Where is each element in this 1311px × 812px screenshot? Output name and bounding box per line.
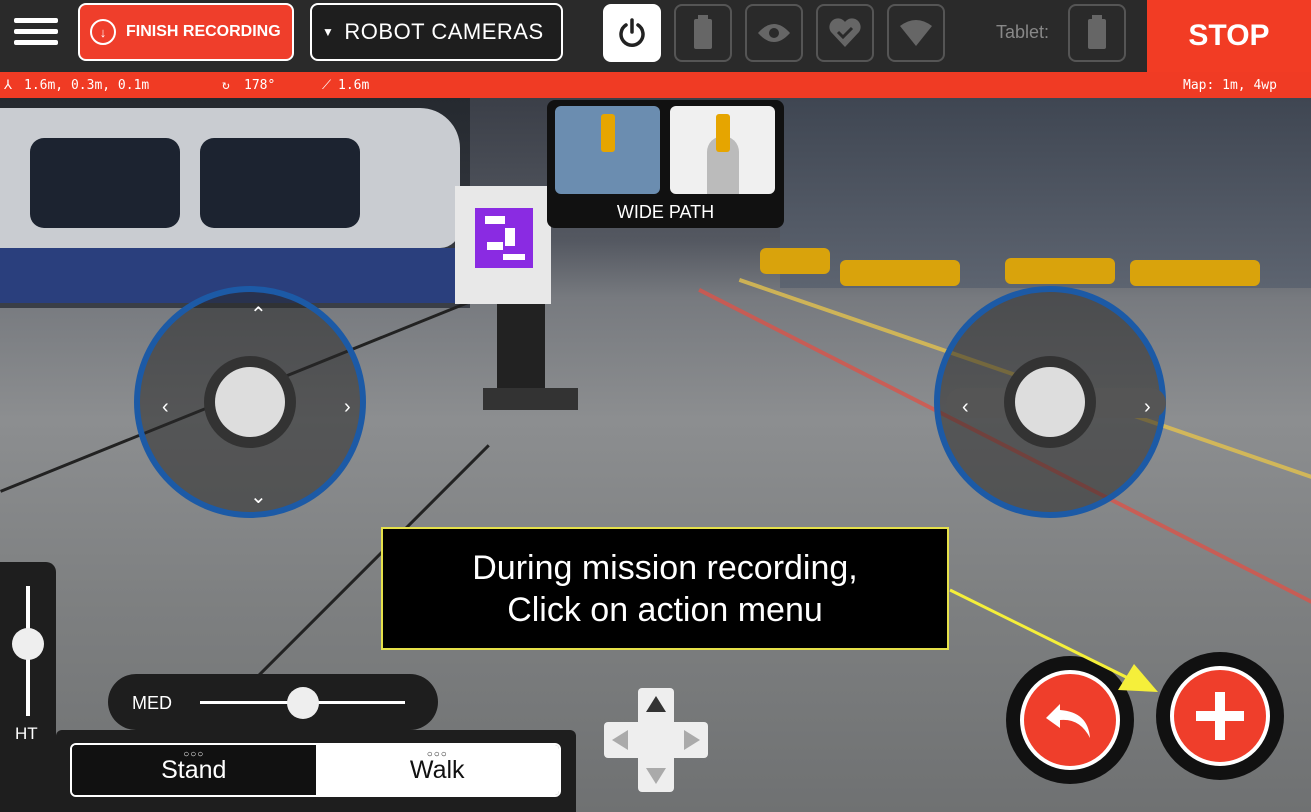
robot-shape — [840, 260, 960, 286]
height-slider-thumb[interactable] — [12, 628, 44, 660]
left-arrow-icon: ‹ — [962, 396, 969, 418]
battery-button[interactable] — [674, 4, 732, 62]
robot-shape — [1005, 258, 1115, 284]
map-readout: Map: 1m, 4wp — [1183, 78, 1277, 93]
tablet-label: Tablet: — [996, 22, 1050, 42]
down-arrow-icon: ⌄ — [250, 486, 267, 508]
battery-icon — [1088, 15, 1106, 49]
download-icon: ↓ — [90, 19, 116, 45]
callout-line-2: Click on action menu — [507, 590, 823, 629]
top-toolbar: ↓ FINISH RECORDING ▼ ROBOT CAMERAS Table… — [0, 0, 1311, 72]
stand-dots: ○○○ — [183, 749, 205, 760]
action-menu-button[interactable] — [1156, 652, 1284, 780]
marker-stand-base — [483, 388, 578, 410]
path-mode-label: WIDE PATH — [616, 202, 715, 222]
walk-button[interactable]: ○○○ Walk — [315, 745, 559, 795]
turn-joystick[interactable]: ‹ › — [934, 286, 1166, 518]
dpad-left-icon[interactable] — [612, 730, 628, 750]
right-arrow-icon: › — [344, 396, 351, 418]
chevron-down-icon: ▼ — [322, 25, 335, 39]
power-button[interactable] — [603, 4, 661, 62]
dpad-right-icon[interactable] — [684, 730, 700, 750]
speed-label: MED — [132, 693, 172, 713]
rotation-readout: 178° — [244, 78, 276, 93]
walk-dots: ○○○ — [426, 749, 448, 760]
dpad-down-icon[interactable] — [646, 768, 666, 784]
undo-button[interactable] — [1006, 656, 1134, 784]
robot-shape — [1130, 260, 1260, 286]
health-button[interactable] — [816, 4, 874, 62]
undo-icon — [1046, 704, 1090, 738]
heart-icon — [829, 18, 861, 47]
right-arrow-icon: › — [1144, 396, 1151, 418]
eye-icon — [758, 24, 790, 42]
plus-icon — [1196, 692, 1244, 740]
rotation-icon: ↻ — [222, 78, 230, 93]
joystick-knob[interactable] — [1015, 367, 1085, 437]
callout-line-1: During mission recording, — [472, 548, 858, 587]
fiducial-marker — [455, 186, 551, 304]
status-bar: ⅄ 1.6m, 0.3m, 0.1m ↻ 178° ⟋ 1.6m Map: 1m… — [0, 72, 1311, 98]
path-mode-panel: WIDE PATH — [547, 100, 784, 228]
battery-icon — [694, 15, 712, 49]
narrow-path-option[interactable] — [555, 106, 660, 194]
mode-toggle: ○○○ Stand ○○○ Walk — [70, 743, 561, 797]
dpad[interactable] — [604, 688, 708, 792]
speed-slider-thumb[interactable] — [286, 687, 319, 719]
up-arrow-icon: ⌃ — [250, 304, 267, 326]
move-joystick[interactable]: ⌃ ⌄ ‹ › — [134, 286, 366, 518]
visibility-button[interactable] — [745, 4, 803, 62]
wifi-button[interactable] — [887, 4, 945, 62]
wide-path-option[interactable] — [670, 106, 775, 194]
dpad-up-icon[interactable] — [646, 696, 666, 712]
position-readout: 1.6m, 0.3m, 0.1m — [24, 78, 150, 93]
menu-icon[interactable] — [14, 12, 58, 56]
tablet-battery-button[interactable] — [1068, 4, 1126, 62]
finish-recording-button[interactable]: ↓ FINISH RECORDING — [78, 3, 294, 61]
stand-button[interactable]: ○○○ Stand — [72, 745, 316, 795]
stop-button[interactable]: STOP — [1147, 0, 1311, 72]
height-label: HT — [15, 724, 38, 743]
car-body — [0, 108, 460, 248]
camera-select-value: ROBOT CAMERAS — [344, 19, 544, 44]
camera-select[interactable]: ▼ ROBOT CAMERAS — [310, 3, 563, 61]
robot-icon — [601, 114, 615, 152]
robot-shape — [760, 248, 830, 274]
speed-panel: MED — [108, 674, 438, 730]
left-arrow-icon: ‹ — [162, 396, 169, 418]
position-icon: ⅄ — [4, 78, 12, 93]
distance-readout: 1.6m — [338, 78, 370, 93]
finish-recording-label: FINISH RECORDING — [126, 23, 281, 40]
distance-icon: ⟋ — [322, 78, 332, 93]
height-panel: HT — [0, 562, 56, 812]
robot-icon — [716, 114, 730, 152]
wifi-icon — [900, 20, 932, 46]
background-wall — [0, 98, 470, 308]
joystick-knob[interactable] — [215, 367, 285, 437]
instruction-callout: During mission recording, Click on actio… — [381, 527, 949, 650]
power-icon — [619, 18, 645, 47]
